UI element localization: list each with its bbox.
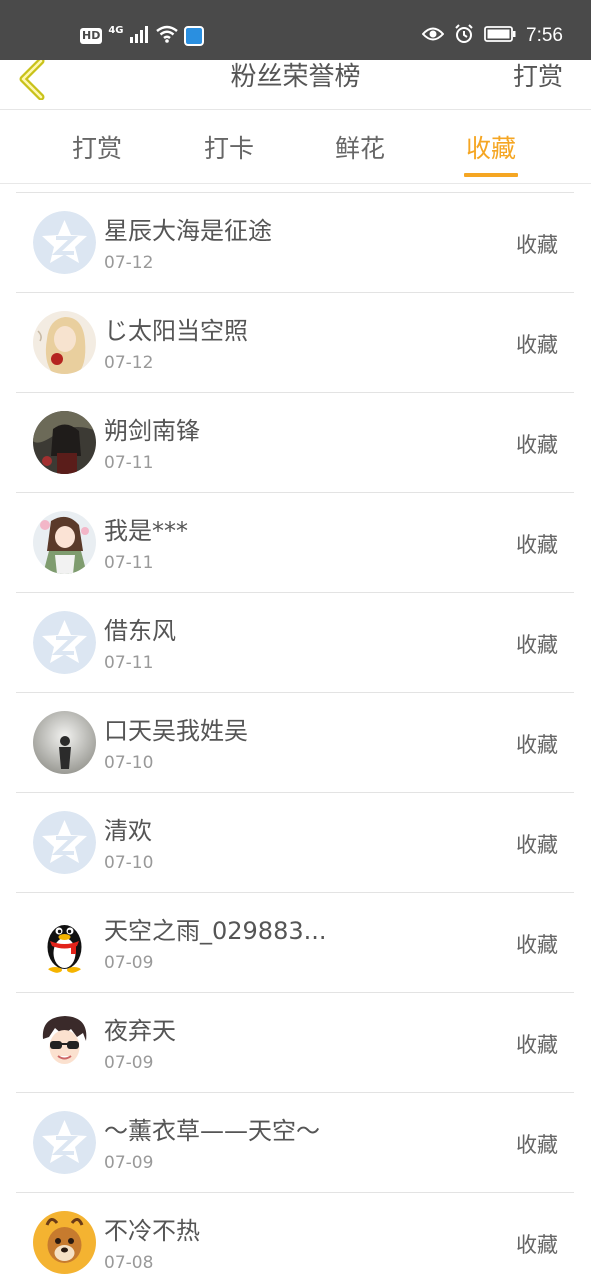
user-name: 口天吴我姓吴 — [104, 717, 248, 745]
item-type-label: 收藏 — [516, 533, 558, 557]
item-date: 07-09 — [104, 1153, 154, 1173]
item-type-label: 收藏 — [516, 733, 558, 757]
tab-favorites[interactable]: 收藏 — [463, 129, 519, 177]
default-qzone-avatar — [33, 1111, 96, 1174]
list-item[interactable]: 口天吴我姓吴 07-10 收藏 — [16, 693, 574, 793]
list-item[interactable]: 星辰大海是征途 07-12 收藏 — [16, 192, 574, 293]
item-date: 07-12 — [104, 353, 154, 373]
item-date: 07-12 — [104, 253, 154, 273]
status-bar: HD 4G 7:56 — [0, 0, 591, 60]
tab-flowers[interactable]: 鲜花 — [335, 129, 385, 169]
status-bar-left: HD 4G — [80, 24, 204, 48]
list-item[interactable]: 不冷不热 07-08 收藏 — [16, 1193, 574, 1280]
item-date: 07-11 — [104, 553, 154, 573]
page-title: 粉丝荣誉榜 — [230, 62, 361, 92]
cartoon-boy-avatar — [33, 1011, 96, 1074]
qq-penguin-avatar — [33, 911, 96, 974]
user-name: 朔剑南锋 — [104, 417, 200, 445]
battery-icon — [484, 26, 516, 46]
user-name: ～薰衣草——天空～ — [104, 1117, 320, 1145]
tab-reward[interactable]: 打赏 — [72, 129, 122, 169]
item-date: 07-10 — [104, 853, 154, 873]
list-item[interactable]: 夜弃天 07-09 收藏 — [16, 993, 574, 1093]
default-qzone-avatar — [33, 211, 96, 274]
wifi-icon — [155, 25, 178, 47]
girl-photo-avatar — [33, 311, 96, 374]
item-date: 07-09 — [104, 953, 154, 973]
item-date: 07-10 — [104, 753, 154, 773]
user-name: 星辰大海是征途 — [104, 217, 272, 245]
list-item[interactable]: じ太阳当空照 07-12 收藏 — [16, 293, 574, 393]
item-date: 07-08 — [104, 1253, 154, 1273]
item-type-label: 收藏 — [516, 1033, 558, 1057]
anime-girl-avatar — [33, 511, 96, 574]
signal-icon — [129, 25, 150, 47]
list-item[interactable]: ～薰衣草——天空～ 07-09 收藏 — [16, 1093, 574, 1193]
eye-icon — [421, 26, 445, 46]
hd-badge: HD — [80, 28, 103, 44]
tab-checkin[interactable]: 打卡 — [204, 129, 254, 169]
app-notification-icon — [183, 26, 204, 46]
user-name: 借东风 — [104, 617, 176, 645]
list-item[interactable]: 朔剑南锋 07-11 收藏 — [16, 393, 574, 493]
item-type-label: 收藏 — [516, 433, 558, 457]
clock-time: 7:56 — [526, 25, 563, 46]
item-type-label: 收藏 — [516, 1133, 558, 1157]
item-type-label: 收藏 — [516, 1233, 558, 1257]
deer-cartoon-avatar — [33, 1211, 96, 1274]
nav-header: 粉丝荣誉榜 打赏 — [0, 57, 591, 110]
network-type: 4G — [108, 24, 124, 36]
fan-list: 星辰大海是征途 07-12 收藏 じ太阳当空照 07-12 收藏 朔剑南锋 07… — [16, 184, 574, 1280]
alarm-icon — [454, 24, 474, 48]
list-item[interactable]: 清欢 07-10 收藏 — [16, 793, 574, 893]
default-qzone-avatar — [33, 811, 96, 874]
user-name: じ太阳当空照 — [104, 317, 248, 345]
item-date: 07-09 — [104, 1053, 154, 1073]
status-bar-right: 7:56 — [421, 24, 563, 48]
tab-bar: 打赏 打卡 鲜花 收藏 — [0, 111, 591, 184]
user-name: 不冷不热 — [104, 1217, 200, 1245]
dark-anime-avatar — [33, 411, 96, 474]
item-type-label: 收藏 — [516, 233, 558, 257]
user-name: 我是*** — [104, 517, 188, 545]
item-type-label: 收藏 — [516, 833, 558, 857]
list-item[interactable]: 借东风 07-11 收藏 — [16, 593, 574, 693]
list-item[interactable]: 我是*** 07-11 收藏 — [16, 493, 574, 593]
default-qzone-avatar — [33, 611, 96, 674]
silhouette-photo-avatar — [33, 711, 96, 774]
reward-button[interactable]: 打赏 — [513, 60, 563, 94]
item-date: 07-11 — [104, 653, 154, 673]
item-type-label: 收藏 — [516, 933, 558, 957]
item-type-label: 收藏 — [516, 633, 558, 657]
user-name: 夜弃天 — [104, 1017, 176, 1045]
list-item[interactable]: 天空之雨_029883... 07-09 收藏 — [16, 893, 574, 993]
item-type-label: 收藏 — [516, 333, 558, 357]
user-name: 清欢 — [104, 817, 152, 845]
item-date: 07-11 — [104, 453, 154, 473]
user-name: 天空之雨_029883... — [104, 917, 327, 945]
